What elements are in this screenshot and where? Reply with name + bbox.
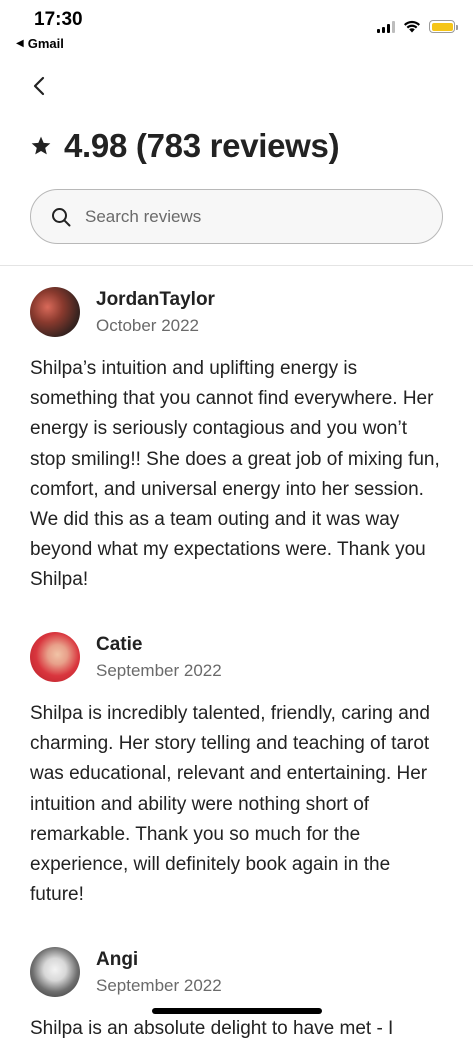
star-icon — [31, 136, 51, 155]
back-app-label: Gmail — [27, 36, 64, 51]
chevron-left-icon[interactable] — [30, 73, 50, 99]
reviewer-name: Angi — [96, 948, 139, 970]
rating-header: 4.98 (783 reviews) — [30, 127, 340, 165]
reviewer-name: Catie — [96, 633, 143, 655]
back-triangle-icon: ◀ — [16, 38, 24, 49]
review-text: Shilpa is an absolute delight to have me… — [30, 1018, 394, 1039]
search-input[interactable] — [83, 205, 407, 228]
review-item: Catie September 2022 Shilpa is incredibl… — [30, 629, 443, 910]
search-icon — [52, 207, 71, 226]
review-text: Shilpa is incredibly talented, friendly,… — [30, 703, 430, 906]
cellular-signal-icon — [377, 20, 395, 33]
status-time: 17:30 — [34, 9, 83, 30]
reviewer-name: JordanTaylor — [96, 288, 215, 310]
review-date: September 2022 — [96, 975, 222, 995]
review-text: Shilpa’s intuition and uplifting energy … — [30, 358, 440, 591]
page-title: 4.98 (783 reviews) — [64, 127, 340, 164]
wifi-icon — [404, 20, 420, 33]
avatar[interactable] — [30, 287, 80, 337]
avatar[interactable] — [30, 947, 80, 997]
status-icons — [377, 20, 458, 33]
back-to-app-link[interactable]: ◀ Gmail — [16, 36, 64, 51]
home-indicator[interactable] — [152, 1008, 322, 1014]
review-item: Angi September 2022 Shilpa is an absolut… — [30, 944, 443, 1044]
status-bar: 17:30 ◀ Gmail — [0, 0, 473, 56]
battery-icon — [429, 20, 458, 33]
review-date: October 2022 — [96, 315, 200, 335]
search-box[interactable] — [30, 189, 443, 244]
divider — [0, 265, 473, 266]
review-date: September 2022 — [96, 660, 222, 680]
avatar[interactable] — [30, 632, 80, 682]
review-item: JordanTaylor October 2022 Shilpa’s intui… — [30, 284, 443, 596]
